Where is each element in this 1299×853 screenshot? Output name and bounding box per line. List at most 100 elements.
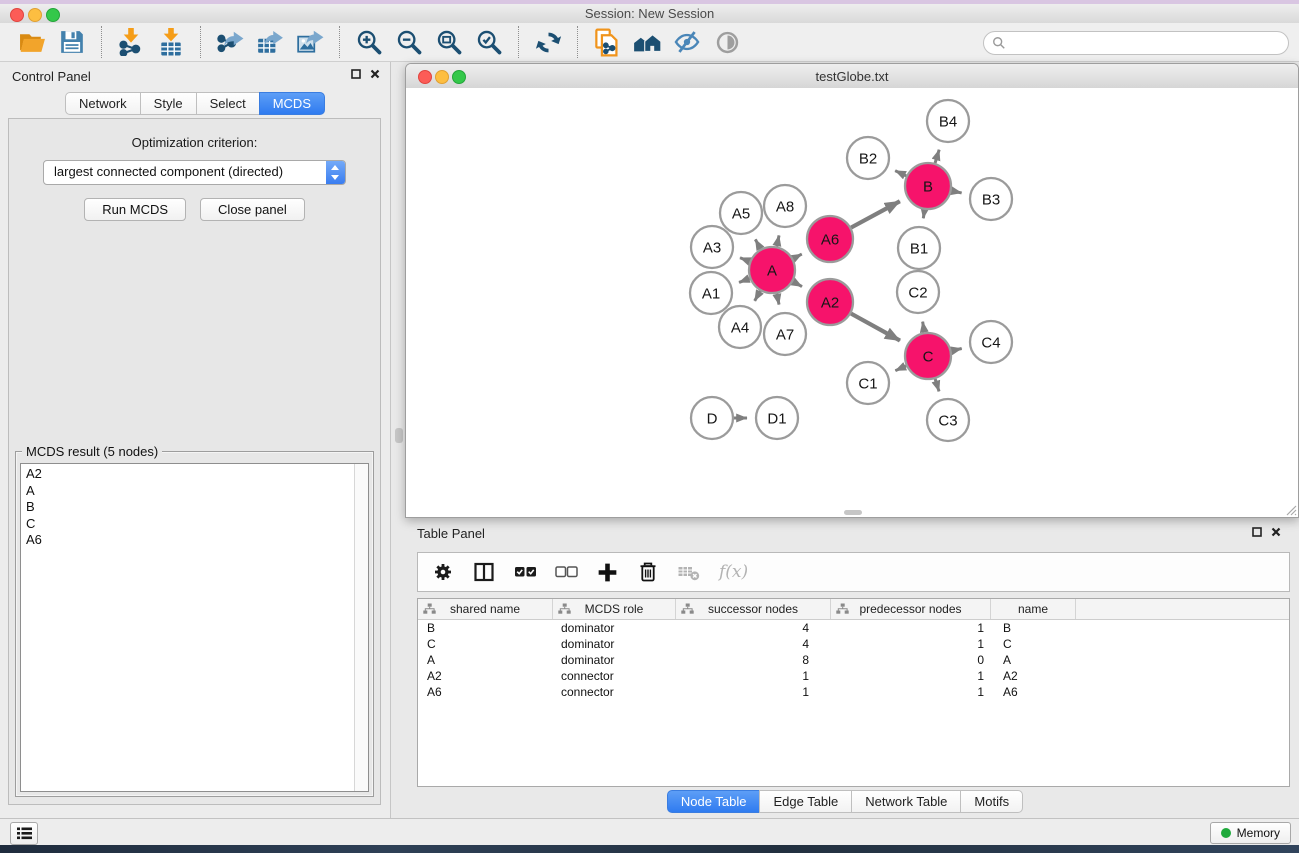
float-panel-icon[interactable] bbox=[1252, 527, 1262, 537]
save-session-icon[interactable] bbox=[56, 26, 88, 58]
graph-node-A6[interactable]: A6 bbox=[807, 216, 853, 262]
graph-edge-A6-B[interactable] bbox=[851, 201, 900, 227]
graph-edge-C-C2[interactable] bbox=[923, 322, 925, 333]
show-graphics-icon[interactable] bbox=[711, 26, 743, 58]
hide-panels-icon[interactable] bbox=[671, 26, 703, 58]
network-view-window[interactable]: testGlobe.txt B4B2BB3A8A5A6A3B1AC2A1A2A4… bbox=[405, 63, 1299, 518]
mcds-result-item[interactable]: B bbox=[21, 499, 368, 516]
graph-edge-C-C4[interactable] bbox=[951, 349, 961, 351]
graph-edge-A-A6[interactable] bbox=[793, 254, 802, 259]
close-panel-icon[interactable] bbox=[370, 69, 380, 79]
export-table-icon[interactable] bbox=[254, 26, 286, 58]
session-titlebar[interactable]: Session: New Session bbox=[0, 4, 1299, 24]
zoom-selected-icon[interactable] bbox=[473, 26, 505, 58]
network-horizontal-scrollbar-thumb[interactable] bbox=[844, 510, 862, 515]
delete-table-icon[interactable] bbox=[676, 559, 702, 585]
show-columns-icon[interactable] bbox=[471, 559, 497, 585]
table-row[interactable]: Bdominator41B bbox=[418, 620, 1289, 636]
graph-edge-C-C1[interactable] bbox=[895, 366, 906, 371]
graph-node-C3[interactable]: C3 bbox=[927, 399, 969, 441]
open-file-icon[interactable] bbox=[16, 26, 48, 58]
close-panel-button[interactable]: Close panel bbox=[200, 198, 305, 221]
search-input[interactable] bbox=[1006, 35, 1288, 51]
add-column-plus-icon[interactable] bbox=[594, 559, 620, 585]
table-row[interactable]: A2connector11A2 bbox=[418, 668, 1289, 684]
run-mcds-button[interactable]: Run MCDS bbox=[84, 198, 186, 221]
graph-edge-B-B3[interactable] bbox=[952, 191, 962, 193]
criterion-dropdown[interactable]: largest connected component (directed) bbox=[43, 160, 346, 185]
graph-node-A5[interactable]: A5 bbox=[720, 192, 762, 234]
column-header-predecessor-nodes[interactable]: predecessor nodes bbox=[831, 599, 991, 619]
graph-edge-A-A5[interactable] bbox=[755, 239, 760, 249]
graph-edge-B-B2[interactable] bbox=[895, 171, 906, 176]
graph-edge-A-A2[interactable] bbox=[793, 282, 802, 287]
table-row[interactable]: A6connector11A6 bbox=[418, 684, 1289, 700]
mcds-result-item[interactable]: A2 bbox=[21, 466, 368, 483]
graph-node-D1[interactable]: D1 bbox=[756, 397, 798, 439]
tab-select[interactable]: Select bbox=[196, 92, 260, 115]
table-settings-gear-icon[interactable] bbox=[430, 559, 456, 585]
graph-node-B1[interactable]: B1 bbox=[898, 227, 940, 269]
search-box[interactable] bbox=[983, 31, 1289, 55]
mcds-result-item[interactable]: A6 bbox=[21, 532, 368, 549]
tab-mcds[interactable]: MCDS bbox=[259, 92, 325, 115]
graph-node-A7[interactable]: A7 bbox=[764, 313, 806, 355]
table-row[interactable]: Adominator80A bbox=[418, 652, 1289, 668]
graph-edge-A-A7[interactable] bbox=[777, 294, 779, 305]
list-scrollbar[interactable] bbox=[354, 464, 368, 791]
resize-grip-icon[interactable] bbox=[1283, 502, 1297, 516]
mcds-result-item[interactable]: C bbox=[21, 516, 368, 533]
select-all-icon[interactable] bbox=[512, 559, 538, 585]
graph-node-C1[interactable]: C1 bbox=[847, 362, 889, 404]
tab-network-table[interactable]: Network Table bbox=[851, 790, 961, 813]
zoom-fit-icon[interactable] bbox=[433, 26, 465, 58]
graph-node-B4[interactable]: B4 bbox=[927, 100, 969, 142]
graph-node-C2[interactable]: C2 bbox=[897, 271, 939, 313]
graph-node-A4[interactable]: A4 bbox=[719, 306, 761, 348]
zoom-in-icon[interactable] bbox=[353, 26, 385, 58]
graph-edge-C-C3[interactable] bbox=[935, 379, 939, 391]
graph-node-B[interactable]: B bbox=[905, 163, 951, 209]
graph-node-C4[interactable]: C4 bbox=[970, 321, 1012, 363]
mcds-result-list[interactable]: A2ABCA6 bbox=[20, 463, 369, 792]
refresh-icon[interactable] bbox=[532, 26, 564, 58]
graph-node-A[interactable]: A bbox=[749, 247, 795, 293]
export-network-icon[interactable] bbox=[214, 26, 246, 58]
tab-style[interactable]: Style bbox=[140, 92, 197, 115]
graph-node-D[interactable]: D bbox=[691, 397, 733, 439]
column-header-shared-name[interactable]: shared name bbox=[418, 599, 553, 619]
graph-edge-B-B4[interactable] bbox=[935, 150, 939, 163]
network-vertical-scrollbar-thumb[interactable] bbox=[395, 428, 403, 443]
column-header-name[interactable]: name bbox=[991, 599, 1076, 619]
graph-node-A1[interactable]: A1 bbox=[690, 272, 732, 314]
tab-edge-table[interactable]: Edge Table bbox=[759, 790, 852, 813]
zoom-out-icon[interactable] bbox=[393, 26, 425, 58]
delete-column-trash-icon[interactable] bbox=[635, 559, 661, 585]
close-panel-icon[interactable] bbox=[1271, 527, 1281, 537]
column-header-mcds-role[interactable]: MCDS role bbox=[553, 599, 676, 619]
tab-network[interactable]: Network bbox=[65, 92, 141, 115]
table-row[interactable]: Cdominator41C bbox=[418, 636, 1289, 652]
graph-node-B2[interactable]: B2 bbox=[847, 137, 889, 179]
graph-edge-B-B1[interactable] bbox=[923, 210, 924, 219]
graph-edge-A2-C[interactable] bbox=[851, 314, 900, 341]
graph-node-B3[interactable]: B3 bbox=[970, 178, 1012, 220]
network-window-titlebar[interactable]: testGlobe.txt bbox=[406, 64, 1298, 89]
import-network-icon[interactable] bbox=[115, 26, 147, 58]
graph-edge-A-A3[interactable] bbox=[740, 258, 750, 262]
graph-node-C[interactable]: C bbox=[905, 333, 951, 379]
tab-node-table[interactable]: Node Table bbox=[667, 790, 761, 813]
graph-node-A8[interactable]: A8 bbox=[764, 185, 806, 227]
graph-node-A2[interactable]: A2 bbox=[807, 279, 853, 325]
clone-network-icon[interactable] bbox=[591, 26, 623, 58]
graph-edge-A-A4[interactable] bbox=[755, 291, 761, 301]
mcds-result-item[interactable]: A bbox=[21, 483, 368, 500]
column-header-successor-nodes[interactable]: successor nodes bbox=[676, 599, 831, 619]
home-icon[interactable] bbox=[631, 26, 663, 58]
deselect-all-icon[interactable] bbox=[553, 559, 579, 585]
export-image-icon[interactable] bbox=[294, 26, 326, 58]
import-table-icon[interactable] bbox=[155, 26, 187, 58]
graph-edge-A-A1[interactable] bbox=[739, 278, 749, 282]
task-history-button[interactable] bbox=[10, 822, 38, 845]
tab-motifs[interactable]: Motifs bbox=[960, 790, 1023, 813]
